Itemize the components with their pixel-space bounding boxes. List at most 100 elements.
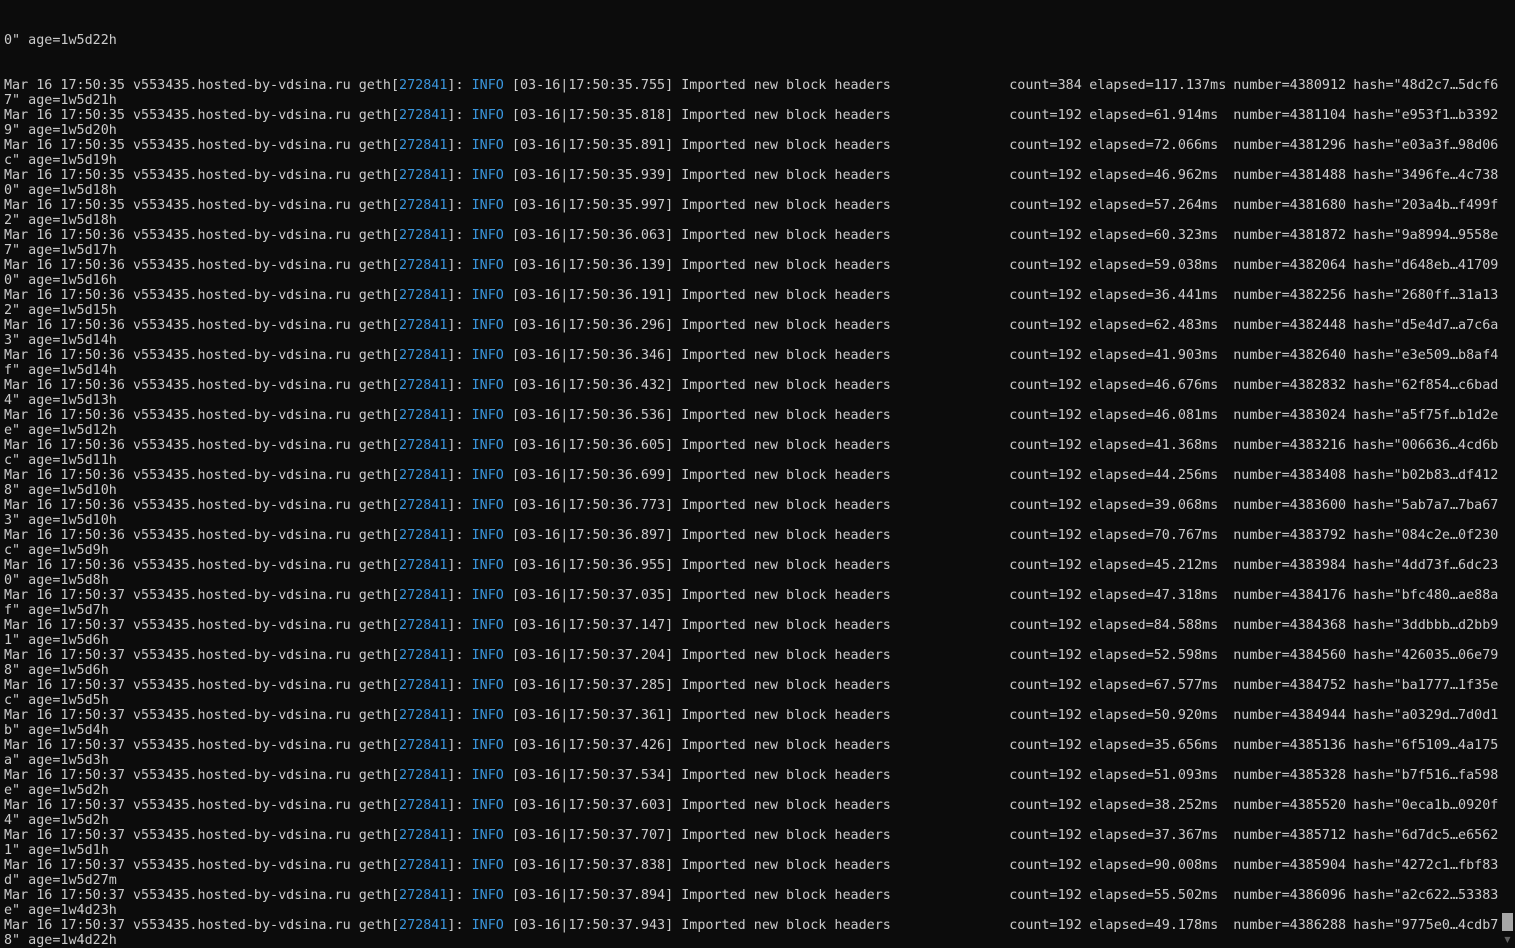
host-process: v553435.hosted-by-vdsina.ru geth[	[133, 108, 400, 123]
geth-timestamp: [03-16|17:50:37.943]	[511, 918, 674, 933]
geth-timestamp: [03-16|17:50:37.894]	[511, 888, 674, 903]
host-process: v553435.hosted-by-vdsina.ru geth[	[133, 378, 400, 393]
field-count: count=192	[1009, 768, 1082, 783]
field-count: count=192	[1009, 588, 1082, 603]
process-id-close: ]:	[447, 768, 472, 783]
host-process: v553435.hosted-by-vdsina.ru geth[	[133, 708, 400, 723]
field-elapsed: elapsed=41.903ms	[1089, 348, 1219, 363]
host-process: v553435.hosted-by-vdsina.ru geth[	[133, 618, 400, 633]
log-line: Mar 16 17:50:35 v553435.hosted-by-vdsina…	[4, 198, 1499, 213]
field-hash: hash="ba1777…1f35e	[1353, 678, 1499, 693]
log-level: INFO	[471, 858, 504, 873]
log-line-wrap: 9" age=1w5d20h	[4, 123, 117, 138]
log-level: INFO	[471, 288, 504, 303]
host-process: v553435.hosted-by-vdsina.ru geth[	[133, 858, 400, 873]
geth-timestamp: [03-16|17:50:37.603]	[511, 798, 674, 813]
field-hash: hash="b02b83…df412	[1353, 468, 1499, 483]
field-hash: hash="62f854…c6bad	[1353, 378, 1499, 393]
field-count: count=192	[1009, 288, 1082, 303]
terminal-window[interactable]: 0" age=1w5d22h Mar 16 17:50:35 v553435.h…	[0, 0, 1515, 948]
field-hash: hash="9a8994…9558e	[1353, 228, 1499, 243]
geth-timestamp: [03-16|17:50:36.432]	[511, 378, 674, 393]
chevron-down-icon[interactable]: ▼	[1500, 934, 1515, 946]
host-process: v553435.hosted-by-vdsina.ru geth[	[133, 888, 400, 903]
scrollbar-thumb[interactable]	[1502, 913, 1513, 931]
log-line-wrap: c" age=1w5d5h	[4, 693, 109, 708]
syslog-timestamp: Mar 16 17:50:36	[4, 558, 125, 573]
host-process: v553435.hosted-by-vdsina.ru geth[	[133, 258, 400, 273]
host-process: v553435.hosted-by-vdsina.ru geth[	[133, 408, 400, 423]
log-line-wrap: 4" age=1w5d2h	[4, 813, 109, 828]
log-line: Mar 16 17:50:37 v553435.hosted-by-vdsina…	[4, 678, 1499, 693]
field-number: number=4382064	[1233, 258, 1347, 273]
field-number: number=4384752	[1233, 678, 1347, 693]
field-count: count=192	[1009, 798, 1082, 813]
process-id: 272841	[399, 318, 448, 333]
syslog-timestamp: Mar 16 17:50:37	[4, 678, 125, 693]
field-number: number=4383984	[1233, 558, 1347, 573]
geth-timestamp: [03-16|17:50:36.296]	[511, 318, 674, 333]
log-message: Imported new block headers	[681, 168, 891, 183]
process-id-close: ]:	[447, 378, 472, 393]
field-count: count=192	[1009, 498, 1082, 513]
syslog-timestamp: Mar 16 17:50:36	[4, 378, 125, 393]
log-message: Imported new block headers	[681, 618, 891, 633]
log-line: Mar 16 17:50:35 v553435.hosted-by-vdsina…	[4, 108, 1499, 123]
log-level: INFO	[471, 498, 504, 513]
syslog-timestamp: Mar 16 17:50:36	[4, 498, 125, 513]
log-message: Imported new block headers	[681, 318, 891, 333]
syslog-timestamp: Mar 16 17:50:36	[4, 288, 125, 303]
host-process: v553435.hosted-by-vdsina.ru geth[	[133, 438, 400, 453]
process-id: 272841	[399, 708, 448, 723]
field-count: count=192	[1009, 918, 1082, 933]
log-level: INFO	[471, 528, 504, 543]
field-count: count=192	[1009, 408, 1082, 423]
log-level: INFO	[471, 318, 504, 333]
log-line-wrap: 7" age=1w5d17h	[4, 243, 117, 258]
field-hash: hash="bfc480…ae88a	[1353, 588, 1499, 603]
field-hash: hash="a2c622…53383	[1353, 888, 1499, 903]
field-count: count=192	[1009, 438, 1082, 453]
field-count: count=192	[1009, 198, 1082, 213]
log-level: INFO	[471, 888, 504, 903]
log-message: Imported new block headers	[681, 78, 891, 93]
log-level: INFO	[471, 558, 504, 573]
vertical-scrollbar[interactable]: ▼	[1500, 0, 1515, 948]
field-count: count=192	[1009, 228, 1082, 243]
field-number: number=4385520	[1233, 798, 1347, 813]
process-id: 272841	[399, 198, 448, 213]
field-elapsed: elapsed=70.767ms	[1089, 528, 1219, 543]
field-elapsed: elapsed=45.212ms	[1089, 558, 1219, 573]
log-level: INFO	[471, 588, 504, 603]
log-message: Imported new block headers	[681, 558, 891, 573]
geth-timestamp: [03-16|17:50:35.939]	[511, 168, 674, 183]
syslog-timestamp: Mar 16 17:50:37	[4, 618, 125, 633]
log-message: Imported new block headers	[681, 528, 891, 543]
process-id: 272841	[399, 288, 448, 303]
log-message: Imported new block headers	[681, 738, 891, 753]
field-hash: hash="084c2e…0f230	[1353, 528, 1499, 543]
field-count: count=192	[1009, 468, 1082, 483]
field-elapsed: elapsed=41.368ms	[1089, 438, 1219, 453]
log-level: INFO	[471, 78, 504, 93]
syslog-timestamp: Mar 16 17:50:37	[4, 828, 125, 843]
field-count: count=384	[1009, 78, 1082, 93]
field-count: count=192	[1009, 678, 1082, 693]
log-line-wrap: c" age=1w5d11h	[4, 453, 117, 468]
field-hash: hash="5ab7a7…7ba67	[1353, 498, 1499, 513]
log-line-wrap: c" age=1w5d9h	[4, 543, 109, 558]
geth-timestamp: [03-16|17:50:36.773]	[511, 498, 674, 513]
field-hash: hash="4dd73f…6dc23	[1353, 558, 1499, 573]
log-message: Imported new block headers	[681, 108, 891, 123]
field-elapsed: elapsed=59.038ms	[1089, 258, 1219, 273]
syslog-timestamp: Mar 16 17:50:37	[4, 798, 125, 813]
geth-timestamp: [03-16|17:50:36.897]	[511, 528, 674, 543]
log-message: Imported new block headers	[681, 828, 891, 843]
field-count: count=192	[1009, 618, 1082, 633]
host-process: v553435.hosted-by-vdsina.ru geth[	[133, 738, 400, 753]
field-number: number=4384176	[1233, 588, 1347, 603]
process-id-close: ]:	[447, 528, 472, 543]
syslog-timestamp: Mar 16 17:50:37	[4, 588, 125, 603]
syslog-timestamp: Mar 16 17:50:36	[4, 348, 125, 363]
log-level: INFO	[471, 378, 504, 393]
